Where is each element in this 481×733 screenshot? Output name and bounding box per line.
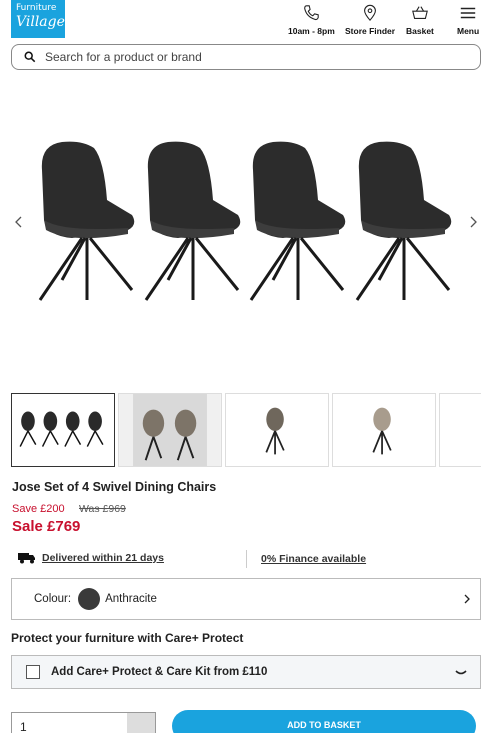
colour-label: Colour: (34, 593, 72, 605)
logo-text-top: Furniture (16, 3, 57, 13)
care-heading: Protect your furniture with Care+ Protec… (11, 631, 244, 645)
quantity-value: 1 (20, 720, 27, 733)
store-finder-label: Store Finder (345, 26, 396, 36)
thumbnail-4[interactable] (332, 393, 436, 467)
menu-button[interactable]: Menu (457, 4, 479, 36)
delivery-truck-icon (18, 553, 35, 564)
chair-image-3 (249, 141, 346, 301)
delivery-info[interactable]: Delivered within 21 days (18, 552, 164, 564)
quantity-select[interactable]: 1 (11, 712, 156, 733)
was-price: Was £969 (79, 503, 126, 515)
thumbnail-1[interactable] (11, 393, 115, 467)
delivery-link[interactable]: Delivered within 21 days (42, 552, 164, 564)
thumbnail-2[interactable] (118, 393, 222, 467)
logo-text-bottom: Village (16, 14, 65, 30)
product-title: Jose Set of 4 Swivel Dining Chairs (12, 480, 217, 494)
add-to-basket-button[interactable]: ADD TO BASKET (172, 710, 476, 733)
chevron-down-icon (455, 670, 467, 675)
save-amount: Save £200 (12, 503, 65, 515)
care-option-label: Add Care+ Protect & Care Kit from £110 (51, 666, 268, 678)
product-image-gallery (0, 80, 481, 380)
chair-image-4 (355, 141, 452, 301)
chevron-right-icon (470, 216, 477, 228)
hours-label: 10am - 8pm (288, 26, 335, 36)
opening-hours-link[interactable]: 10am - 8pm (288, 4, 335, 36)
finance-link[interactable]: 0% Finance available (261, 553, 366, 565)
chevron-left-icon (15, 216, 22, 228)
phone-icon (304, 5, 320, 21)
colour-swatch (78, 588, 101, 610)
gallery-prev-button[interactable] (12, 215, 26, 229)
basket-icon (412, 6, 428, 19)
chevron-right-icon (464, 594, 470, 604)
quantity-dropdown-toggle[interactable] (127, 713, 155, 733)
thumbnail-3[interactable] (225, 393, 329, 467)
chair-image-1 (38, 141, 135, 301)
gallery-next-button[interactable] (466, 215, 480, 229)
sale-price: Sale £769 (12, 518, 81, 535)
search-bar[interactable] (11, 44, 481, 70)
furniture-village-logo[interactable]: Furniture Village (11, 0, 65, 38)
care-checkbox[interactable] (26, 665, 40, 679)
location-pin-icon (364, 4, 376, 22)
menu-icon (460, 7, 476, 19)
thumbnail-image-beige-chair (372, 407, 392, 455)
thumbnail-image-room (119, 394, 221, 466)
care-protect-option[interactable]: Add Care+ Protect & Care Kit from £110 (11, 655, 481, 689)
search-icon (24, 51, 36, 63)
thumbnail-image-taupe-chair (265, 407, 285, 455)
menu-label: Menu (457, 26, 480, 36)
store-finder-link[interactable]: Store Finder (345, 4, 395, 36)
site-header: Furniture Village 10am - 8pm Store Finde… (0, 0, 481, 42)
thumbnail-strip (11, 393, 481, 467)
chair-image-2 (144, 141, 241, 301)
thumbnail-5[interactable] (439, 393, 481, 467)
search-input[interactable] (45, 50, 445, 64)
basket-link[interactable]: Basket (406, 4, 434, 36)
thumbnail-image-four-chairs (19, 411, 104, 447)
colour-selector[interactable]: Colour: Anthracite (11, 578, 481, 620)
divider (246, 550, 247, 568)
colour-value: Anthracite (105, 593, 157, 605)
basket-label: Basket (406, 26, 434, 36)
